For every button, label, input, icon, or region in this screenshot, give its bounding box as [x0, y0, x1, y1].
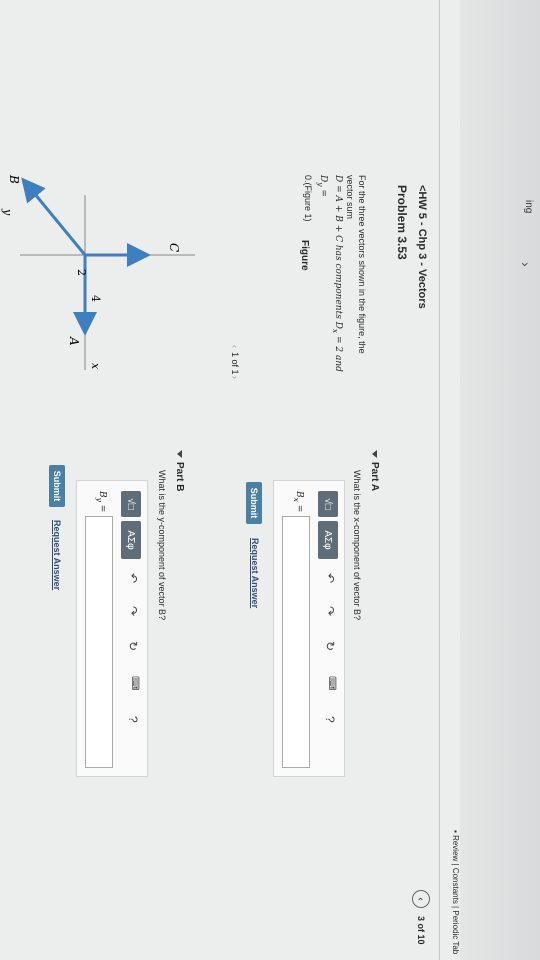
part-a-input-var: B	[294, 491, 304, 498]
problem-line-2: D = A + B + C has components Dx = 2 and …	[316, 175, 343, 372]
chevron-left-circle-icon[interactable]: ‹	[412, 890, 430, 908]
problem-line-5[interactable]: 0.(Figure 1)	[302, 175, 314, 375]
part-a-undo-icon[interactable]: ↶	[323, 573, 337, 583]
part-a-answer-input[interactable]	[282, 516, 310, 768]
header-divider	[439, 0, 440, 960]
part-b-question: What is the y-component of vector B?	[157, 470, 167, 621]
part-a-submit-button[interactable]: Submit	[246, 482, 262, 524]
part-b-input-label: By =	[95, 491, 107, 513]
review-links-text[interactable]: Review | Constants | Periodic Tab	[451, 835, 460, 954]
part-b-undo-icon[interactable]: ↶	[126, 573, 140, 583]
part-a-redo-icon[interactable]: ↷	[323, 606, 337, 616]
browser-left-strip	[460, 0, 540, 960]
part-a-greek-button[interactable]: ΑΣφ	[318, 521, 338, 559]
vector-b-label: B	[7, 174, 21, 184]
part-b-request-answer-link[interactable]: Request Answer	[52, 520, 62, 590]
part-b-input-sub: y	[95, 497, 105, 502]
length-2-label: 2	[75, 269, 88, 276]
vector-b-arrow	[21, 177, 87, 256]
part-b-reset-icon[interactable]: ↻	[126, 641, 140, 651]
part-a-title[interactable]: Part A	[369, 450, 380, 491]
part-a-answer-panel: √□ ΑΣφ ↶ ↷ ↻ ⌨ ? Bx =	[273, 480, 345, 777]
problem-line-1: For the three vectors shown in the figur…	[345, 175, 367, 354]
part-a-keyboard-icon[interactable]: ⌨	[326, 676, 337, 690]
part-b-answer-panel: √□ ΑΣφ ↶ ↷ ↻ ⌨ ? By =	[76, 480, 148, 777]
part-a-matrix-button[interactable]: √□	[318, 491, 338, 517]
part-b-greek-button[interactable]: ΑΣφ	[121, 521, 141, 559]
part-b-title[interactable]: Part B	[174, 450, 185, 491]
assignment-title[interactable]: <HW 5 - Chp 3 - Vectors	[416, 185, 428, 309]
part-a-help-icon[interactable]: ?	[323, 716, 337, 723]
problem-line-4-text: =	[318, 189, 329, 197]
part-b-keyboard-icon[interactable]: ⌨	[129, 676, 140, 690]
vector-a-label: A	[67, 336, 81, 346]
part-a-request-answer-link[interactable]: Request Answer	[250, 538, 260, 608]
axis-y-label: y	[1, 208, 14, 216]
figure-pager: 1 of 1	[230, 352, 240, 375]
part-b-title-text[interactable]: Part B	[174, 462, 185, 491]
figure-prev-icon[interactable]: ‹	[230, 345, 240, 348]
part-a-input-sub: x	[292, 497, 302, 502]
part-a-title-text[interactable]: Part A	[369, 462, 380, 491]
part-b-help-icon[interactable]: ?	[126, 716, 140, 723]
vector-figure: y x B C A 2 4	[1, 174, 195, 370]
part-b-redo-icon[interactable]: ↷	[126, 606, 140, 616]
side-arrow-icon[interactable]: ›	[518, 262, 534, 267]
part-b-submit-button[interactable]: Submit	[49, 465, 65, 507]
length-4-label: 4	[89, 295, 102, 302]
review-links[interactable]: ▪ Review | Constants | Periodic Tab	[451, 830, 460, 954]
photo-background: ing › <HW 5 - Chp 3 - Vectors Problem 3.…	[0, 0, 540, 960]
part-a-input-label: Bx =	[292, 491, 304, 513]
part-b-matrix-button[interactable]: √□	[121, 491, 141, 517]
side-cut-label: ing	[523, 200, 534, 214]
part-a-question: What is the x-component of vector B?	[352, 470, 362, 621]
vector-c-label: C	[167, 243, 181, 252]
axis-x-label: x	[89, 363, 102, 370]
page-count: 3 of 10	[416, 916, 426, 945]
problem-statement: For the three vectors shown in the figur…	[302, 175, 368, 375]
part-a-reset-icon[interactable]: ↻	[323, 641, 337, 651]
part-b-input-var: B	[97, 491, 107, 498]
figure-label: Figure	[299, 240, 310, 271]
problem-title: Problem 3.53	[395, 185, 409, 260]
rotated-screen: ing › <HW 5 - Chp 3 - Vectors Problem 3.…	[0, 0, 540, 960]
figure-next-icon[interactable]: ›	[230, 376, 240, 379]
part-a-caret-icon[interactable]	[372, 450, 378, 458]
part-b-answer-input[interactable]	[85, 516, 113, 768]
problem-line-2-text: D = A + B + C has components D	[333, 175, 343, 329]
part-b-caret-icon[interactable]	[177, 450, 183, 458]
